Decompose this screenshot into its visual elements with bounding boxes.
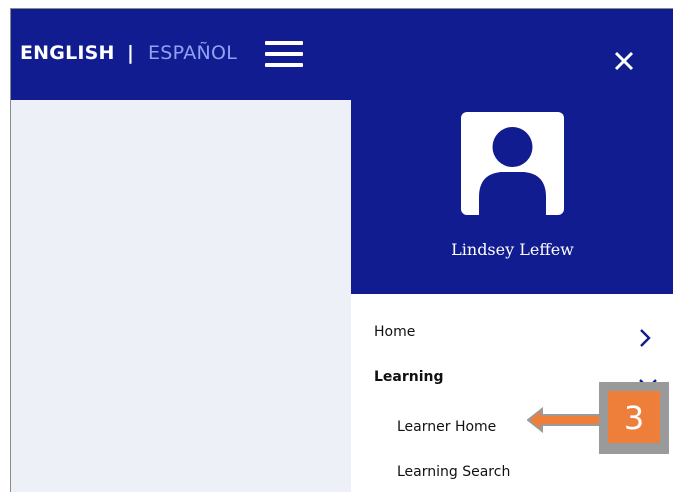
chevron-right-icon[interactable] (638, 328, 652, 348)
top-navigation-bar: ENGLISH | ESPAÑOL (11, 9, 673, 100)
user-avatar-icon (461, 112, 564, 215)
user-name: Lindsey Leffew (451, 240, 574, 259)
profile-panel: Lindsey Leffew (351, 100, 673, 294)
submenu-item-learning-search[interactable]: Learning Search (351, 454, 673, 490)
language-separator: | (127, 42, 134, 64)
hamburger-icon[interactable] (265, 41, 303, 67)
close-icon[interactable] (610, 47, 638, 75)
menu-item-label: Learning (374, 369, 444, 385)
language-english-link[interactable]: ENGLISH (20, 42, 115, 64)
language-spanish-link[interactable]: ESPAÑOL (148, 42, 237, 64)
menu-item-home[interactable]: Home (351, 314, 673, 350)
menu-item-label: Learner Home (397, 419, 497, 435)
menu-item-label: Home (374, 324, 416, 340)
left-arrow-icon (527, 407, 606, 433)
menu-item-label: Learning Search (397, 464, 511, 480)
step-annotation-badge: 3 (599, 382, 669, 454)
step-number: 3 (608, 391, 660, 443)
